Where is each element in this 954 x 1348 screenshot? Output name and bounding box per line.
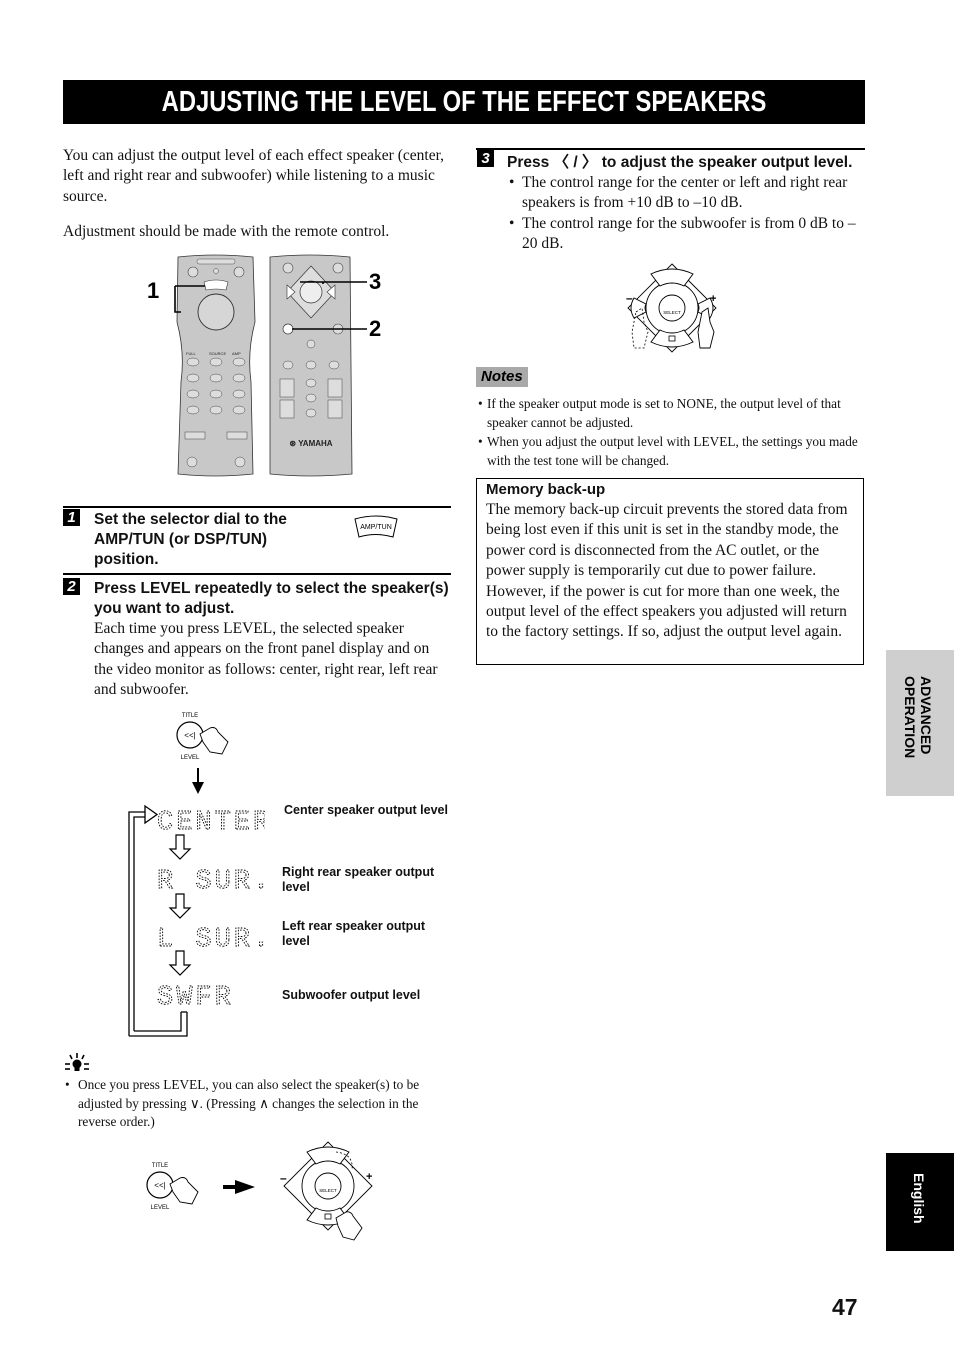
svg-text:<<|: <<| (184, 731, 195, 740)
lcd-right-rear: R SUR. (157, 867, 265, 897)
page-number: 47 (832, 1294, 858, 1320)
lcd-center: CENTER (157, 808, 265, 838)
svg-text:TITLE: TITLE (182, 713, 198, 719)
remote-control-figure: FULL SOURCE AMP ⊛ YAMAHA 1 3 2 (135, 252, 390, 477)
step-1-title: Set the selector dial to the AMP/TUN (or… (94, 511, 287, 568)
lcd-subwoofer: SWFR (157, 983, 234, 1013)
note-item: If the speaker output mode is set to NON… (476, 394, 868, 432)
step-1-rule (63, 506, 451, 508)
step-3-rule (476, 148, 865, 150)
svg-text:AMP: AMP (232, 351, 241, 356)
section-tab-advanced-operation: ADVANCED OPERATION (886, 650, 954, 796)
amp-tun-icon: AMP/TUN (352, 513, 400, 541)
step-1-number-badge: 1 (63, 509, 80, 527)
notes-heading: Notes (476, 367, 528, 387)
intro-remote-note: Adjustment should be made with the remot… (63, 223, 390, 240)
selector-dial (197, 293, 235, 331)
hand-pointer-icon (169, 1177, 199, 1205)
step-3-bullet: The control range for the center or left… (507, 173, 859, 214)
svg-text:TITLE: TITLE (152, 1163, 168, 1169)
up-chevron-icon: ∧ (259, 1095, 269, 1111)
memory-backup-title: Memory back-up (486, 481, 606, 498)
svg-text:AMP/TUN: AMP/TUN (360, 524, 392, 531)
down-arrow-icon (191, 768, 205, 794)
callout-2: 2 (369, 316, 381, 341)
callout-3: 3 (369, 269, 381, 294)
page-title: ADJUSTING THE LEVEL OF THE EFFECT SPEAKE… (161, 86, 767, 118)
memory-backup-body: The memory back-up circuit prevents the … (486, 501, 848, 641)
lightbulb-icon (63, 1052, 91, 1074)
right-rear-level-label: Right rear speaker output level (282, 865, 435, 894)
down-chevron-icon: ∨ (189, 1095, 200, 1111)
right-arrow-icon (223, 1180, 255, 1194)
svg-text:+: + (366, 1171, 372, 1183)
level-button-press-figure: TITLE <<| LEVEL (170, 708, 240, 768)
svg-text:SOURCE: SOURCE (209, 351, 226, 356)
title-bar: ADJUSTING THE LEVEL OF THE EFFECT SPEAKE… (63, 80, 865, 124)
svg-text:SELECT: SELECT (663, 310, 681, 315)
step-2-title: Press LEVEL repeatedly to select the spe… (94, 580, 449, 617)
step-3-dpad-figure: – + SELECT (622, 262, 722, 354)
step-2-number-badge: 2 (63, 578, 80, 596)
minus-sign: – (626, 291, 633, 305)
hand-pointer-icon (199, 727, 229, 755)
hand-pointer-icon (335, 1211, 363, 1241)
speaker-cycle-diagram: CENTER R SUR. L SUR. SWFR (125, 800, 270, 1040)
memory-backup-box: Memory back-up The memory back-up circui… (476, 478, 864, 665)
yamaha-logo: ⊛ YAMAHA (289, 439, 332, 448)
intro-paragraph: You can adjust the output level of each … (63, 147, 444, 205)
step-3-bullet: The control range for the subwoofer is f… (507, 214, 859, 255)
svg-text:<<|: <<| (154, 1181, 165, 1190)
step-3-number-badge: 3 (477, 150, 494, 168)
left-rear-level-label: Left rear speaker output level (282, 919, 426, 948)
step-2-body: Each time you press LEVEL, the selected … (94, 620, 438, 699)
remote-illustration: FULL SOURCE AMP ⊛ YAMAHA 1 3 2 (147, 254, 381, 477)
step-2-rule (63, 573, 451, 575)
tip-item: Once you press LEVEL, you can also selec… (63, 1076, 453, 1132)
svg-text:LEVEL: LEVEL (181, 755, 200, 761)
callout-1: 1 (147, 278, 159, 303)
center-level-label: Center speaker output level (284, 803, 448, 817)
tip-figure: TITLE <<| LEVEL – + SELECT (140, 1138, 380, 1246)
svg-text:SELECT: SELECT (319, 1188, 337, 1193)
plus-sign: + (710, 293, 716, 305)
level-button (282, 323, 294, 335)
notes-list: If the speaker output mode is set to NON… (476, 394, 868, 470)
svg-text:FULL: FULL (186, 351, 197, 356)
language-label: English (911, 1173, 927, 1224)
amp-tun-selector (203, 279, 229, 291)
svg-text:–: – (280, 1171, 287, 1185)
step-3-title: Press 〈 / 〉 to adjust the speaker output… (507, 154, 853, 171)
lcd-left-rear: L SUR. (157, 925, 265, 955)
tip-text: Once you press LEVEL, you can also selec… (63, 1076, 453, 1132)
language-tab: English (886, 1153, 954, 1251)
step-3-bullets: The control range for the center or left… (507, 173, 859, 255)
subwoofer-level-label: Subwoofer output level (282, 988, 421, 1002)
note-item: When you adjust the output level with LE… (476, 432, 868, 470)
svg-text:LEVEL: LEVEL (151, 1205, 170, 1211)
